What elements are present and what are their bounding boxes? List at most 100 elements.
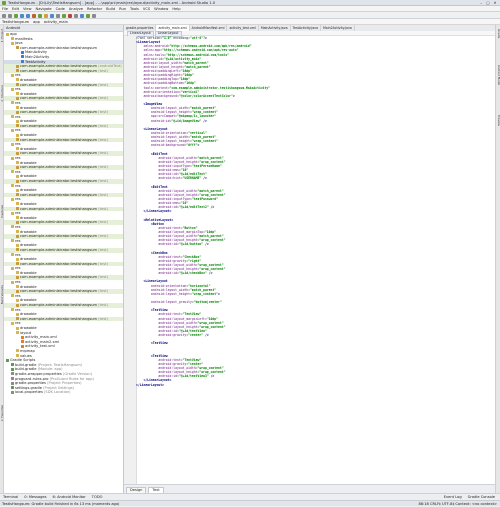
editor-area: gradle.properties activity_main.xml Androi…: [124, 25, 495, 494]
tree-item-label: com.example.administrator.testishangsum: [20, 45, 98, 50]
tree-item-suffix: (test): [98, 206, 108, 211]
close-button[interactable]: ✕: [492, 1, 498, 5]
right-tool-tab[interactable]: Gradle: [496, 29, 500, 38]
maximize-button[interactable]: ▢: [485, 1, 491, 5]
tree-item-label: com.example.administrator.testishangsum: [20, 261, 98, 266]
sync-icon[interactable]: [14, 13, 18, 18]
avd-manager-icon[interactable]: [86, 13, 90, 18]
xml-file-icon: [21, 340, 24, 344]
tree-item-label: Gradle Scripts: [10, 358, 36, 363]
tree-item-label: res: [15, 142, 21, 147]
properties-icon: [11, 377, 14, 381]
tree-item-label: drawable: [20, 326, 37, 330]
debug-icon[interactable]: [74, 13, 78, 18]
tree-item[interactable]: local.properties (SDK Location): [4, 390, 123, 395]
tree-item-label: MainActivity: [25, 50, 48, 55]
folder-icon: [16, 312, 19, 316]
help-icon[interactable]: [92, 13, 96, 18]
cut-icon[interactable]: [32, 13, 36, 18]
package-icon: [16, 138, 19, 142]
folder-icon: [11, 197, 14, 201]
make-icon[interactable]: [62, 13, 66, 18]
run-icon[interactable]: [68, 13, 72, 18]
tree-item-label: TestActivity: [25, 59, 46, 64]
package-icon: [16, 262, 19, 266]
tree-item-label: com.example.administrator.testishangsum: [20, 179, 98, 183]
replace-icon[interactable]: [56, 13, 60, 18]
tree-item-label: res: [15, 266, 21, 271]
find-icon[interactable]: [50, 13, 54, 18]
package-icon: [16, 151, 19, 155]
folder-icon: [11, 211, 14, 215]
sdk-manager-icon[interactable]: [80, 13, 84, 18]
tree-item-label: res: [15, 211, 21, 216]
tree-item-label: com.example.administrator.testishangsum: [20, 303, 98, 308]
tree-item-label: res: [15, 128, 21, 133]
tree-item-label: activity_main2.xml: [25, 339, 60, 344]
tree-item-label: local.properties: [15, 390, 43, 395]
folder-icon: [11, 115, 14, 119]
folder-icon: [11, 170, 14, 174]
package-icon: [16, 193, 19, 197]
tree-item-suffix: (test): [98, 247, 108, 252]
tree-item-label: res: [15, 156, 21, 161]
tree-item-label: com.example.administrator.testishangsum: [20, 82, 98, 87]
tree-item-label: com.example.administrator.testishangsum: [20, 192, 98, 197]
folder-icon: [16, 298, 19, 302]
tree-item-label: Main2Activity: [25, 54, 50, 59]
package-icon: [16, 124, 19, 128]
save-icon[interactable]: [8, 13, 12, 18]
folder-icon: [16, 161, 19, 165]
package-icon: [16, 83, 19, 87]
project-panel-header[interactable]: Android: [4, 25, 123, 32]
code-view[interactable]: 1<?xml version="1.0" encoding="utf-8"?>2…: [136, 36, 495, 484]
package-icon: [16, 207, 19, 211]
tree-item-label: res: [15, 197, 21, 202]
folder-icon: [6, 32, 9, 36]
folder-icon: [16, 216, 19, 220]
tree-item-label: res: [15, 307, 21, 312]
tree-item-suffix: (test): [98, 179, 108, 183]
tree-item-suffix: (test): [98, 192, 108, 197]
copy-icon[interactable]: [38, 13, 42, 18]
folder-icon: [11, 294, 14, 298]
main-toolbar: [0, 12, 500, 19]
package-icon: [16, 165, 19, 169]
open-icon[interactable]: [2, 13, 6, 18]
tree-item-label: manifests: [15, 36, 33, 41]
tree-item-suffix: (Project Properties): [47, 381, 82, 386]
status-info[interactable]: 88:18 CRLF‡ UTF-8‡ Context: <no context>: [418, 501, 497, 507]
minimize-button[interactable]: –: [478, 1, 484, 5]
right-tool-tab[interactable]: Preview: [496, 115, 500, 126]
tree-item-suffix: (test): [98, 261, 108, 266]
undo-icon[interactable]: [20, 13, 24, 18]
tree-item-suffix: (test): [98, 289, 108, 294]
tree-item-label: com.example.administrator.testishangsum: [20, 206, 98, 211]
xml-file-icon: [21, 344, 24, 348]
folder-icon: [16, 188, 19, 192]
folder-icon: [16, 106, 19, 109]
project-panel: Android app manifests java com.example.admi…: [4, 25, 124, 493]
folder-icon: [11, 308, 14, 312]
folder-icon: [16, 147, 19, 151]
redo-icon[interactable]: [26, 13, 30, 18]
status-bar: TestIsHangsum: Gradle build finished in …: [0, 500, 500, 506]
tree-item-label: drawable: [20, 91, 37, 96]
tree-item-suffix: (test): [98, 96, 108, 101]
status-message: TestIsHangsum: Gradle build finished in …: [2, 502, 120, 506]
package-icon: [16, 317, 19, 321]
folder-icon: [16, 119, 19, 123]
paste-icon[interactable]: [44, 13, 48, 18]
tree-item-suffix: (Module: app): [37, 367, 63, 372]
code-line[interactable]: 85</LinearLayout>: [136, 383, 495, 387]
folder-icon: [11, 101, 14, 105]
tree-item-label: mipmap: [20, 348, 35, 353]
properties-icon: [11, 390, 14, 394]
package-icon: [16, 220, 19, 224]
right-tool-tab[interactable]: Android Model: [496, 65, 500, 85]
folder-icon: [16, 174, 19, 178]
tree-item-suffix: (test): [98, 110, 108, 115]
window-title: TestIsHangsum - [D:\Lily\TestIsHangsum] …: [8, 1, 215, 5]
class-icon: [21, 50, 24, 54]
tree-item-label: drawable: [20, 201, 37, 206]
